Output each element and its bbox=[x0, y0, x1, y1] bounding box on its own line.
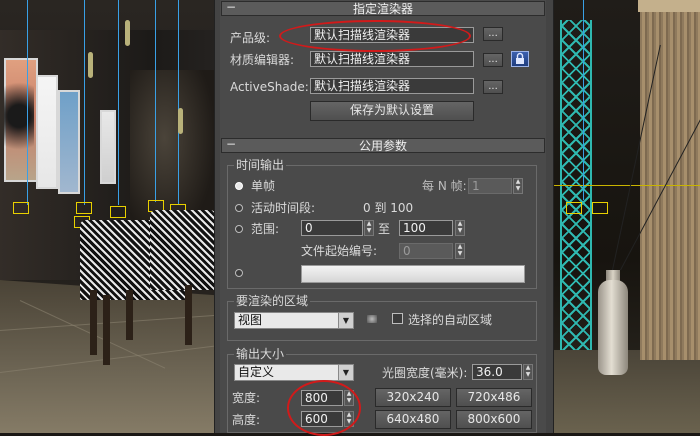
render-view-dropdown[interactable]: 视图 ▼ bbox=[234, 312, 354, 329]
vase bbox=[598, 280, 628, 375]
material-editor-label: 材质编辑器: bbox=[230, 53, 295, 67]
preset-800x600-button[interactable]: 800x600 bbox=[456, 410, 532, 429]
range-from-field[interactable]: 0 bbox=[301, 220, 363, 236]
output-size-preset-dropdown[interactable]: 自定义 ▼ bbox=[234, 364, 354, 381]
aperture-width-label: 光圈宽度(毫米): bbox=[382, 366, 468, 380]
dropdown-value: 自定义 bbox=[238, 365, 275, 379]
group-title: 输出大小 bbox=[234, 347, 287, 361]
chevron-down-icon[interactable]: ▼ bbox=[338, 365, 353, 380]
assign-renderer-rollout-header[interactable]: − 指定渲染器 bbox=[221, 0, 545, 16]
width-label: 宽度: bbox=[232, 391, 261, 405]
single-frame-radio[interactable] bbox=[235, 182, 243, 190]
light-marker bbox=[566, 202, 582, 214]
material-editor-renderer-field[interactable]: 默认扫描线渲染器 bbox=[310, 51, 474, 67]
region-icon[interactable] bbox=[367, 315, 377, 323]
light-wire bbox=[583, 0, 584, 200]
preset-640x480-button[interactable]: 640x480 bbox=[375, 410, 451, 429]
rollout-title: 公用参数 bbox=[358, 139, 407, 153]
active-segment-range: 0 到 100 bbox=[363, 201, 414, 215]
guide-line bbox=[552, 185, 700, 186]
range-to-field[interactable]: 100 bbox=[399, 220, 453, 236]
chair-leg bbox=[126, 290, 133, 340]
render-setup-dialog: − 指定渲染器 产品级: 默认扫描线渲染器 ... 材质编辑器: 默认扫描线渲染… bbox=[214, 0, 554, 436]
range-radio[interactable] bbox=[235, 225, 243, 233]
common-params-rollout-header[interactable]: − 公用参数 bbox=[221, 137, 545, 153]
group-title: 时间输出 bbox=[234, 158, 287, 172]
aperture-width-spinner[interactable]: ▲ ▼ bbox=[523, 364, 533, 380]
light-wire bbox=[178, 0, 179, 205]
light-wire bbox=[84, 0, 85, 205]
single-frame-label: 单帧 bbox=[251, 179, 276, 193]
painting-tree bbox=[4, 80, 34, 170]
production-browse-button[interactable]: ... bbox=[483, 27, 503, 41]
annotation-ellipse bbox=[279, 20, 471, 52]
activeshade-label: ActiveShade: bbox=[230, 80, 309, 94]
chair-leg bbox=[103, 295, 110, 365]
save-as-default-button[interactable]: 保存为默认设置 bbox=[310, 101, 474, 121]
chair-leg bbox=[185, 285, 192, 345]
every-nth-field[interactable]: 1 bbox=[468, 178, 512, 194]
light-marker bbox=[13, 202, 29, 214]
painting bbox=[36, 75, 58, 189]
material-editor-browse-button[interactable]: ... bbox=[483, 53, 503, 67]
light-marker bbox=[76, 202, 92, 214]
auto-region-label: 选择的自动区域 bbox=[408, 313, 493, 327]
activeshade-renderer-field[interactable]: 默认扫描线渲染器 bbox=[310, 78, 474, 94]
preset-720x486-button[interactable]: 720x486 bbox=[456, 388, 532, 407]
light-wire bbox=[155, 0, 156, 202]
reed-decoration bbox=[88, 52, 93, 78]
file-start-label: 文件起始编号: bbox=[301, 244, 378, 258]
light-marker bbox=[592, 202, 608, 214]
column-cap bbox=[638, 0, 700, 12]
file-start-field[interactable]: 0 bbox=[399, 243, 453, 259]
annotation-ellipse bbox=[287, 380, 361, 436]
light-wire bbox=[27, 0, 28, 205]
range-from-spinner[interactable]: ▲ ▼ bbox=[364, 220, 374, 236]
patterned-chair bbox=[150, 210, 216, 290]
chair-leg bbox=[90, 290, 97, 355]
height-label: 高度: bbox=[232, 413, 261, 427]
auto-region-checkbox[interactable] bbox=[392, 313, 403, 324]
frames-radio[interactable] bbox=[235, 269, 243, 277]
file-start-spinner[interactable]: ▲ ▼ bbox=[455, 243, 465, 259]
stone-column bbox=[640, 0, 700, 360]
activeshade-browse-button[interactable]: ... bbox=[483, 80, 503, 94]
active-segment-radio[interactable] bbox=[235, 204, 243, 212]
frames-field[interactable] bbox=[301, 265, 525, 283]
range-to-spinner[interactable]: ▲ ▼ bbox=[455, 220, 465, 236]
reed-decoration bbox=[125, 20, 130, 46]
painting bbox=[58, 90, 80, 194]
range-label: 范围: bbox=[251, 222, 280, 236]
painting bbox=[100, 110, 116, 184]
every-nth-spinner[interactable]: ▲ ▼ bbox=[513, 178, 523, 194]
aperture-width-field[interactable]: 36.0 bbox=[472, 364, 522, 380]
active-segment-label: 活动时间段: bbox=[251, 201, 316, 215]
reed-decoration bbox=[178, 108, 183, 134]
light-wire bbox=[118, 0, 119, 205]
chevron-down-icon[interactable]: ▼ bbox=[338, 313, 353, 328]
group-title: 要渲染的区域 bbox=[234, 294, 311, 308]
production-label: 产品级: bbox=[230, 31, 271, 45]
dropdown-value: 视图 bbox=[238, 313, 263, 327]
rollout-title: 指定渲染器 bbox=[352, 2, 413, 16]
light-marker bbox=[110, 206, 126, 218]
lock-icon[interactable] bbox=[511, 51, 529, 67]
lock-icon-glyph bbox=[516, 52, 524, 64]
preset-320x240-button[interactable]: 320x240 bbox=[375, 388, 451, 407]
every-nth-label: 每 N 帧: bbox=[422, 179, 467, 193]
range-to-label: 至 bbox=[378, 222, 391, 236]
